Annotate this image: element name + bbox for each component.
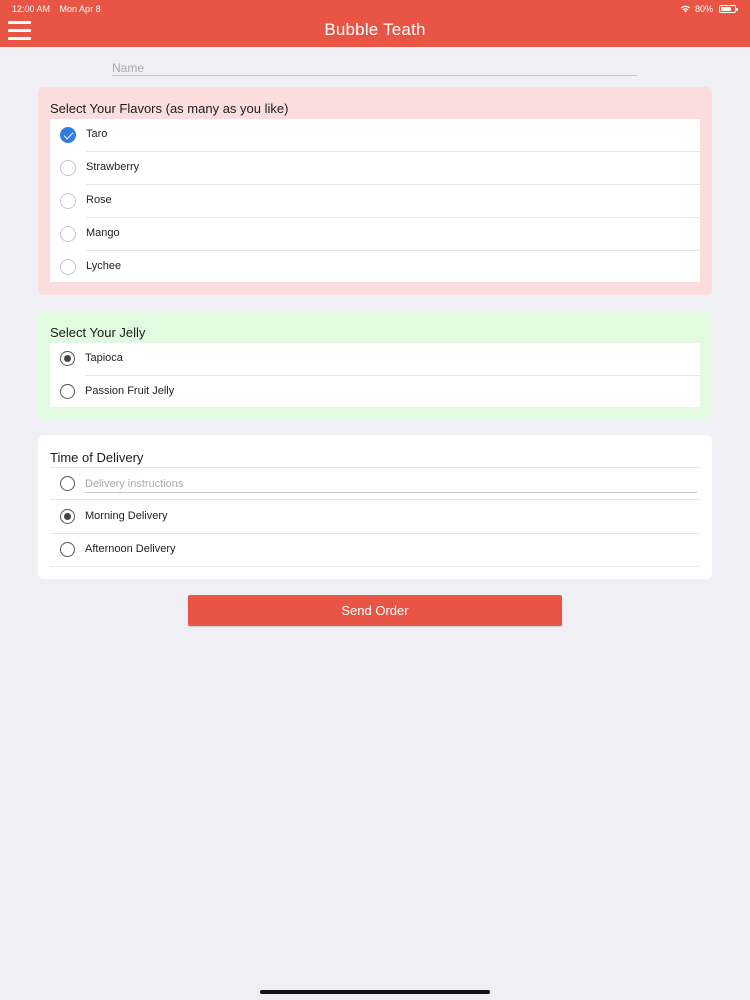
flavor-label: Lychee	[86, 260, 122, 272]
flavors-title: Select Your Flavors (as many as you like…	[50, 101, 289, 116]
delivery-label: Afternoon Delivery	[85, 543, 176, 555]
jelly-list: Tapioca Passion Fruit Jelly	[50, 343, 700, 407]
wifi-icon	[680, 5, 691, 13]
jelly-label: Tapioca	[85, 352, 123, 364]
flavor-row-mango[interactable]: Mango	[50, 218, 700, 251]
delivery-row-afternoon[interactable]: Afternoon Delivery	[50, 534, 700, 567]
status-left: 12:00 AM Mon Apr 8	[12, 4, 108, 14]
radio-unselected-icon[interactable]	[60, 542, 75, 557]
radio-selected-icon[interactable]	[60, 351, 75, 366]
jelly-label: Passion Fruit Jelly	[85, 385, 175, 397]
jelly-title: Select Your Jelly	[50, 325, 146, 340]
status-bar: 12:00 AM Mon Apr 8 80%	[0, 0, 750, 16]
radio-selected-icon[interactable]	[60, 509, 75, 524]
status-right: 80%	[680, 4, 738, 14]
delivery-instructions-input[interactable]	[85, 476, 697, 493]
delivery-section: Time of Delivery Morning Delivery Aftern…	[38, 435, 712, 579]
flavor-label: Mango	[86, 227, 120, 239]
checkbox-unchecked-icon[interactable]	[60, 259, 76, 275]
delivery-title: Time of Delivery	[50, 450, 144, 465]
delivery-list: Morning Delivery Afternoon Delivery	[50, 467, 700, 568]
jelly-section: Select Your Jelly Tapioca Passion Fruit …	[38, 311, 712, 419]
status-date: Mon Apr 8	[59, 4, 101, 14]
flavor-row-lychee[interactable]: Lychee	[50, 251, 700, 284]
status-time: 12:00 AM	[12, 4, 51, 14]
radio-unselected-icon[interactable]	[60, 476, 75, 491]
checkbox-unchecked-icon[interactable]	[60, 193, 76, 209]
flavor-label: Rose	[86, 194, 112, 206]
flavor-label: Strawberry	[86, 161, 140, 173]
send-order-button[interactable]: Send Order	[188, 595, 562, 626]
flavors-section: Select Your Flavors (as many as you like…	[38, 87, 712, 295]
navigation-bar: 12:00 AM Mon Apr 8 80% Bubble Teath	[0, 0, 750, 47]
home-indicator[interactable]	[260, 990, 490, 994]
name-input[interactable]	[112, 60, 637, 76]
checkbox-unchecked-icon[interactable]	[60, 226, 76, 242]
flavor-row-taro[interactable]: Taro	[50, 119, 700, 152]
jelly-row-passion-fruit[interactable]: Passion Fruit Jelly	[50, 376, 700, 409]
flavor-label: Taro	[86, 128, 108, 140]
row-divider	[50, 566, 700, 567]
delivery-label: Morning Delivery	[85, 510, 168, 522]
page-title: Bubble Teath	[324, 20, 426, 39]
jelly-row-tapioca[interactable]: Tapioca	[50, 343, 700, 376]
delivery-row-instructions[interactable]	[50, 467, 700, 500]
checkbox-checked-icon[interactable]	[60, 127, 76, 143]
radio-unselected-icon[interactable]	[60, 384, 75, 399]
checkbox-unchecked-icon[interactable]	[60, 160, 76, 176]
battery-icon	[719, 5, 738, 13]
battery-percentage: 80%	[694, 4, 713, 14]
flavors-list: Taro Strawberry Rose Mango Lychee	[50, 119, 700, 282]
row-divider	[50, 499, 700, 500]
flavor-row-strawberry[interactable]: Strawberry	[50, 152, 700, 185]
delivery-row-morning[interactable]: Morning Delivery	[50, 501, 700, 534]
flavor-row-rose[interactable]: Rose	[50, 185, 700, 218]
